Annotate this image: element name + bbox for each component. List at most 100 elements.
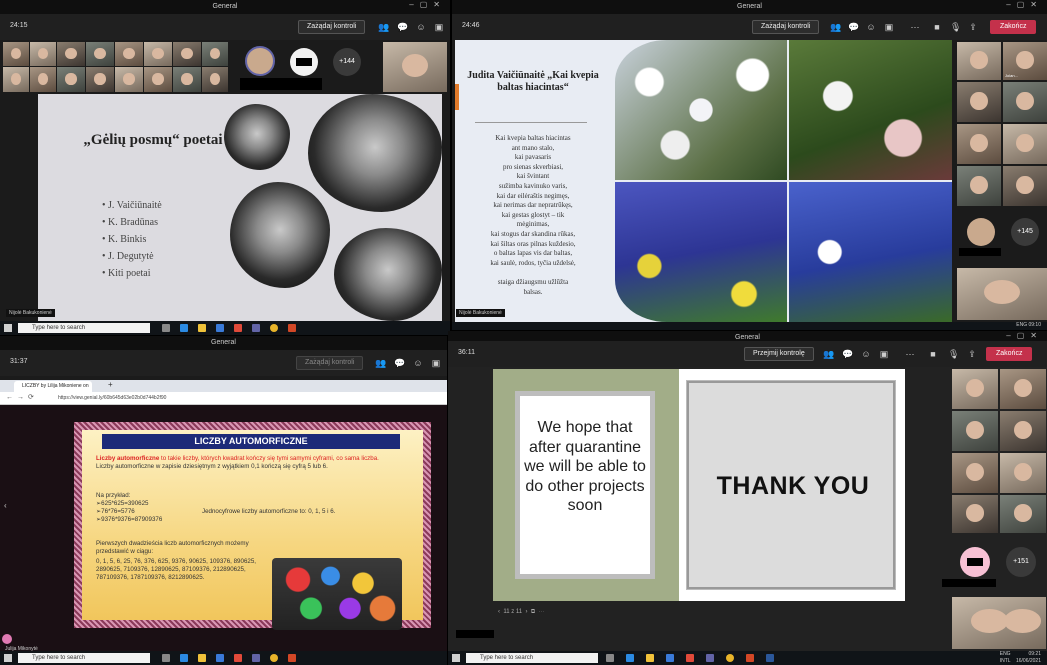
- camera-icon[interactable]: ■: [932, 22, 942, 32]
- participant-tile[interactable]: [1000, 369, 1046, 409]
- share-icon[interactable]: ⇪: [967, 349, 977, 359]
- participant-tile[interactable]: [957, 42, 1001, 80]
- request-control-button[interactable]: Zażądaj kontroli: [296, 356, 364, 370]
- office-icon[interactable]: [234, 654, 242, 662]
- powerpoint-icon[interactable]: [746, 654, 754, 662]
- chrome-icon[interactable]: [726, 654, 734, 662]
- self-view-tile[interactable]: [957, 268, 1047, 320]
- participant-tile[interactable]: [952, 453, 998, 493]
- more-participants-badge[interactable]: +151: [1006, 547, 1036, 577]
- taskbar-search[interactable]: Type here to search: [18, 323, 150, 333]
- edge-icon[interactable]: [626, 654, 634, 662]
- participant-tile[interactable]: [173, 42, 201, 66]
- nav-arrows-icon[interactable]: ←→⟳: [6, 393, 38, 401]
- participant-tile[interactable]: [30, 42, 56, 66]
- participant-avatar[interactable]: [245, 46, 275, 76]
- more-options-icon[interactable]: ⋯: [910, 22, 920, 32]
- rooms-icon[interactable]: ▣: [879, 349, 889, 359]
- participant-tile[interactable]: [173, 67, 201, 92]
- participants-icon[interactable]: 👥: [375, 358, 386, 368]
- teams-icon[interactable]: [706, 654, 714, 662]
- windows-start-icon[interactable]: [4, 324, 12, 332]
- office-icon[interactable]: [686, 654, 694, 662]
- more-icon[interactable]: ⋯: [538, 609, 544, 615]
- word-icon[interactable]: [766, 654, 774, 662]
- rooms-icon[interactable]: ▣: [884, 22, 894, 32]
- leave-call-button[interactable]: Zakończ: [990, 20, 1037, 34]
- camera-icon[interactable]: ■: [928, 349, 938, 359]
- rooms-icon[interactable]: ▣: [431, 358, 441, 368]
- windows-start-icon[interactable]: [452, 654, 460, 662]
- explorer-icon[interactable]: [198, 324, 206, 332]
- next-slide-icon[interactable]: ›: [525, 609, 527, 615]
- store-icon[interactable]: [216, 654, 224, 662]
- more-options-icon[interactable]: ⋯: [905, 349, 915, 359]
- reactions-icon[interactable]: ☺: [866, 22, 876, 32]
- rooms-icon[interactable]: ▣: [434, 22, 444, 32]
- powerpoint-icon[interactable]: [288, 654, 296, 662]
- participant-avatar[interactable]: [967, 218, 995, 246]
- chat-icon[interactable]: 💬: [394, 358, 405, 368]
- participant-tile[interactable]: [115, 67, 143, 92]
- taskbar-search[interactable]: Type here to search: [18, 653, 150, 663]
- participant-tile[interactable]: [3, 42, 29, 66]
- chat-icon[interactable]: 💬: [397, 22, 408, 32]
- more-participants-badge[interactable]: +144: [333, 48, 361, 76]
- take-control-button[interactable]: Przejmij kontrolę: [744, 347, 814, 361]
- participants-icon[interactable]: 👥: [378, 22, 389, 32]
- self-view-tile[interactable]: [952, 597, 1046, 649]
- task-view-icon[interactable]: [606, 654, 614, 662]
- reactions-icon[interactable]: ☺: [861, 349, 871, 359]
- participant-tile[interactable]: [144, 42, 172, 66]
- participant-tile[interactable]: [30, 67, 56, 92]
- participant-tile[interactable]: [952, 495, 998, 533]
- participants-icon[interactable]: 👥: [830, 22, 841, 32]
- mic-muted-icon[interactable]: 🎙: [950, 22, 961, 32]
- participant-tile[interactable]: [86, 42, 114, 66]
- new-tab-icon[interactable]: +: [108, 380, 113, 389]
- share-icon[interactable]: ⇪: [968, 22, 978, 32]
- browser-tab[interactable]: LICZBY by Lilija Mikoniene on G...: [14, 381, 92, 400]
- window-controls[interactable]: –▢✕: [1006, 0, 1043, 9]
- explorer-icon[interactable]: [646, 654, 654, 662]
- leave-call-button[interactable]: Zakończ: [986, 347, 1033, 361]
- more-participants-badge[interactable]: +145: [1011, 218, 1039, 246]
- teams-icon[interactable]: [252, 654, 260, 662]
- participant-tile[interactable]: [1000, 411, 1046, 451]
- chat-icon[interactable]: 💬: [842, 349, 853, 359]
- task-view-icon[interactable]: [162, 324, 170, 332]
- participant-tile[interactable]: [86, 67, 114, 92]
- mic-muted-icon[interactable]: 🎙: [948, 349, 959, 359]
- office-icon[interactable]: [234, 324, 242, 332]
- prev-slide-arrow-icon[interactable]: ‹: [4, 501, 7, 510]
- participant-tile[interactable]: [1003, 124, 1047, 164]
- participant-tile[interactable]: [202, 67, 228, 92]
- teams-icon[interactable]: [252, 324, 260, 332]
- participant-tile[interactable]: [1003, 82, 1047, 122]
- window-controls[interactable]: –▢✕: [1006, 331, 1043, 340]
- request-control-button[interactable]: Zażądaj kontroli: [752, 20, 820, 34]
- request-control-button[interactable]: Zażądaj kontroli: [298, 20, 366, 34]
- participant-tile[interactable]: [57, 67, 85, 92]
- window-controls[interactable]: –▢✕: [409, 0, 446, 9]
- participant-tile[interactable]: [957, 82, 1001, 122]
- prev-slide-icon[interactable]: ‹: [498, 609, 500, 615]
- participant-tile[interactable]: [144, 67, 172, 92]
- participant-tile[interactable]: [3, 67, 29, 92]
- task-view-icon[interactable]: [162, 654, 170, 662]
- participant-tile[interactable]: [952, 411, 998, 451]
- reactions-icon[interactable]: ☺: [413, 358, 423, 368]
- participant-tile[interactable]: [1003, 166, 1047, 206]
- chat-icon[interactable]: 💬: [848, 22, 859, 32]
- participant-tile[interactable]: [957, 124, 1001, 164]
- edge-icon[interactable]: [180, 654, 188, 662]
- participant-tile[interactable]: Jolan...: [1003, 42, 1047, 80]
- store-icon[interactable]: [666, 654, 674, 662]
- participant-tile[interactable]: [957, 166, 1001, 206]
- participant-tile[interactable]: [1000, 453, 1046, 493]
- powerpoint-icon[interactable]: [288, 324, 296, 332]
- participant-tile[interactable]: [1000, 495, 1046, 533]
- slide-sorter-icon[interactable]: ⧉: [531, 609, 535, 615]
- chrome-icon[interactable]: [270, 324, 278, 332]
- chrome-icon[interactable]: [270, 654, 278, 662]
